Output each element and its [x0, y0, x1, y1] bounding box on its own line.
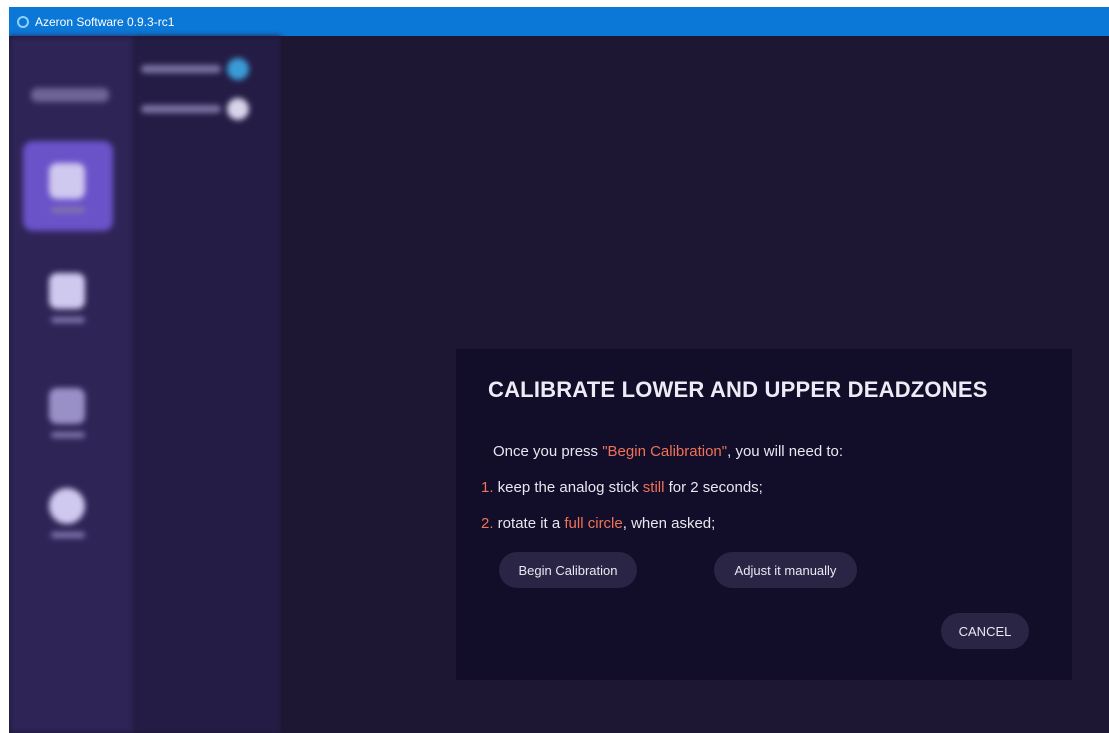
sidebar-blurred [9, 36, 135, 733]
step-1-before: keep the analog stick [493, 479, 643, 496]
dialog-title: CALIBRATE LOWER AND UPPER DEADZONES [488, 377, 988, 402]
circle-icon [49, 488, 85, 524]
sidebar-item-2[interactable] [23, 251, 113, 341]
calibration-dialog: CALIBRATE LOWER AND UPPER DEADZONES Once… [456, 349, 1072, 680]
window-title: Azeron Software 0.9.3-rc1 [35, 14, 175, 29]
toggle-icon [227, 58, 249, 80]
toggle-icon [227, 98, 249, 120]
step-1-after: for 2 seconds; [664, 479, 763, 496]
azeron-logo-icon [17, 15, 29, 28]
step-1-number: 1. [481, 479, 494, 496]
step-1-text: 1. keep the analog stick still for 2 sec… [481, 479, 763, 496]
intro-before: Once you press [493, 443, 603, 460]
step-2-text: 2. rotate it a full circle, when asked; [481, 515, 715, 532]
pointer-icon [49, 388, 85, 424]
sidebar-item-label [51, 432, 85, 438]
document-icon [49, 163, 85, 199]
sidebar-item-3[interactable] [23, 366, 113, 456]
sidebar-item-active[interactable] [23, 141, 113, 231]
step-2-highlight: full circle [564, 515, 623, 532]
sidebar-logo [31, 88, 109, 102]
sidebar-item-4[interactable] [23, 466, 113, 556]
title-bar[interactable]: Azeron Software 0.9.3-rc1 [9, 7, 1109, 36]
step-2-after: , when asked; [622, 515, 716, 532]
app-content: CALIBRATE LOWER AND UPPER DEADZONES Once… [9, 36, 1109, 733]
begin-calibration-button[interactable]: Begin Calibration [499, 552, 637, 588]
intro-after: , you will need to: [727, 443, 844, 460]
sub-panel-blurred [135, 36, 281, 733]
cancel-button[interactable]: CANCEL [941, 613, 1029, 649]
app-window: Azeron Software 0.9.3-rc1 CALIBRATE LOWE… [9, 7, 1109, 733]
intro-text: Once you press "Begin Calibration", you … [493, 443, 843, 460]
sub-panel-label [141, 105, 221, 113]
step-2-before: rotate it a [493, 515, 565, 532]
intro-highlight: "Begin Calibration" [602, 443, 728, 460]
grid-icon [49, 273, 85, 309]
sub-panel-row[interactable] [141, 98, 249, 120]
sidebar-item-label [51, 532, 85, 538]
sub-panel-row[interactable] [141, 58, 249, 80]
step-2-number: 2. [481, 515, 494, 532]
sub-panel-label [141, 65, 221, 73]
step-1-highlight: still [642, 479, 665, 496]
adjust-manually-button[interactable]: Adjust it manually [714, 552, 857, 588]
sidebar-item-label [51, 317, 85, 323]
sidebar-item-label [51, 207, 85, 213]
